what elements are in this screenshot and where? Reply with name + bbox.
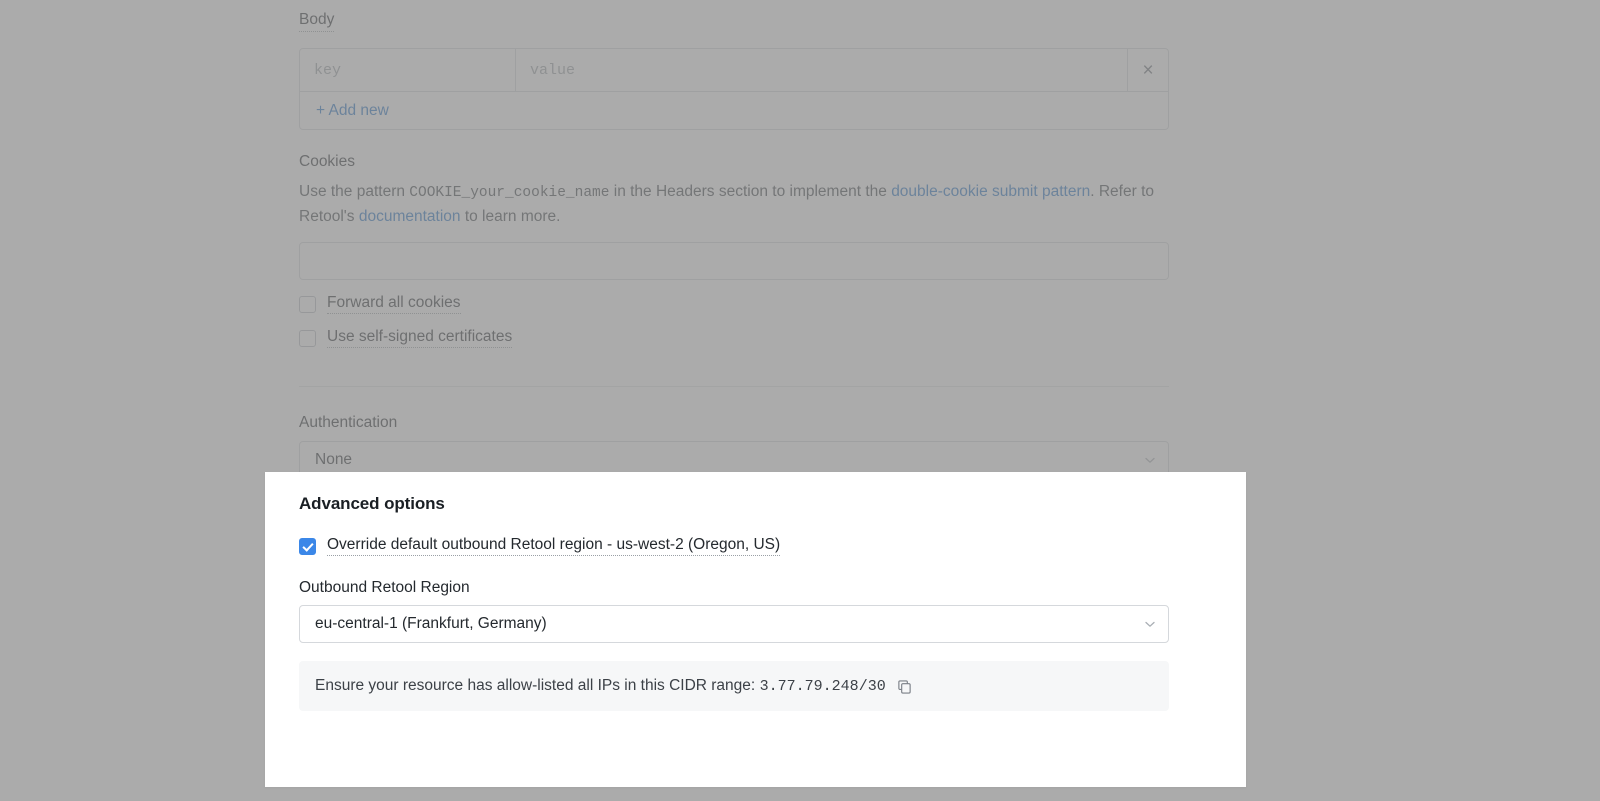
body-label-wrap: Body [299,10,1169,40]
chevron-down-icon [1144,454,1156,466]
use-self-signed-certificates-checkbox[interactable] [299,329,316,347]
add-new-button[interactable]: + Add new [300,92,1168,129]
outbound-region-select[interactable]: eu-central-1 (Frankfurt, Germany) [299,605,1169,643]
cidr-value: 3.77.79.248/30 [759,677,886,695]
table-row: key value × [300,49,1168,92]
copy-icon[interactable] [897,679,912,694]
authentication-section: Authentication None [299,413,1169,479]
chevron-down-icon [1144,618,1156,630]
cidr-notice-text: Ensure your resource has allow-listed al… [315,677,756,694]
body-kv-table: key value × + Add new [299,48,1169,130]
use-self-signed-certificates-row[interactable]: Use self-signed certificates [299,328,1169,348]
forward-all-cookies-checkbox[interactable] [299,295,316,313]
form-column: Body key value × + Add new Cookies Use t… [299,0,1169,479]
body-key-input[interactable]: key [300,49,516,91]
section-divider [299,386,1169,387]
cookies-desc-part5: to learn more. [464,208,561,225]
page-title: Advanced options [299,494,445,513]
use-self-signed-certificates-label[interactable]: Use self-signed certificates [327,328,513,348]
cookies-desc-part2: in the Headers section to implement the [613,183,887,200]
authentication-select-value: None [315,451,353,468]
double-cookie-submit-pattern-link[interactable]: double-cookie submit pattern [891,183,1090,200]
cookies-desc-code: COOKIE_your_cookie_name [409,185,610,201]
cookies-desc-part1: Use the pattern [299,183,405,200]
override-region-checkbox[interactable] [299,537,316,555]
outbound-region-select-value: eu-central-1 (Frankfurt, Germany) [315,615,547,632]
forward-all-cookies-label[interactable]: Forward all cookies [327,294,461,314]
cidr-notice: Ensure your resource has allow-listed al… [299,661,1169,711]
body-value-input[interactable]: value [516,49,1128,91]
advanced-options-content: Advanced options Override default outbou… [299,494,1169,711]
cookies-desc-part3: . [1090,183,1095,200]
override-region-row[interactable]: Override default outbound Retool region … [299,536,1169,556]
body-section: Body key value × + Add new [299,10,1169,130]
cookies-section: Cookies Use the pattern COOKIE_your_cook… [299,152,1169,348]
body-label: Body [299,10,335,32]
cookies-description: Use the pattern COOKIE_your_cookie_name … [299,180,1169,228]
outbound-region-label: Outbound Retool Region [299,579,470,596]
close-icon[interactable]: × [1128,49,1168,91]
authentication-label: Authentication [299,414,398,431]
cookies-label: Cookies [299,153,355,170]
override-region-label[interactable]: Override default outbound Retool region … [327,536,781,556]
forward-all-cookies-row[interactable]: Forward all cookies [299,294,1169,314]
advanced-options-panel: Advanced options Override default outbou… [265,472,1246,787]
cookies-input[interactable] [299,242,1169,280]
screen: Body key value × + Add new Cookies Use t… [0,0,1600,801]
documentation-link[interactable]: documentation [359,208,461,225]
